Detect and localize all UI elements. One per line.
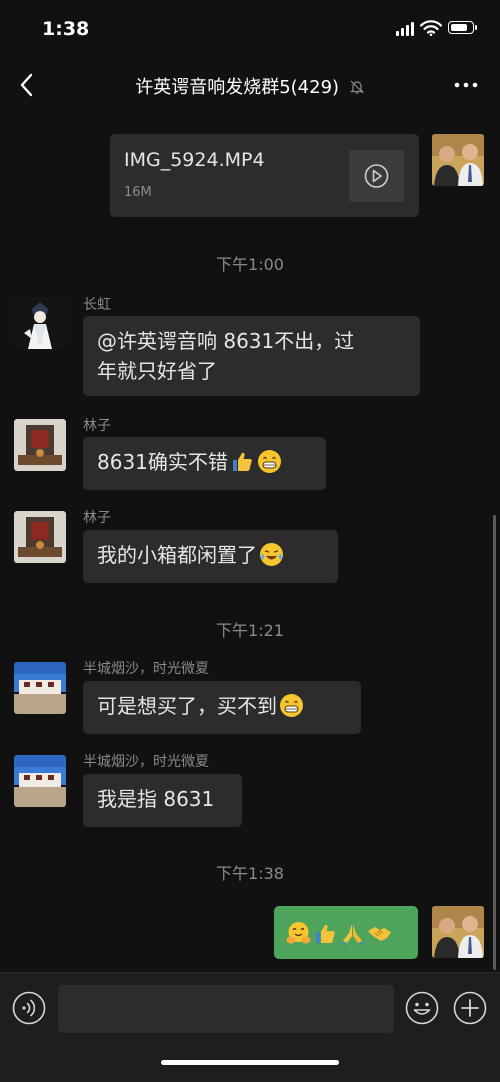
file-size: 16M xyxy=(124,185,152,200)
video-file-message[interactable]: IMG_5924.MP4 16M xyxy=(110,134,419,217)
chat-screen: 1:38 许英谔音响发烧群5(429) IMG_5924.MP4 16M 下午1… xyxy=(0,0,500,1082)
message-text: 年就只好省了 xyxy=(97,359,217,383)
status-time: 1:38 xyxy=(42,18,90,40)
sender-avatar[interactable] xyxy=(14,755,66,807)
thumbs-up-icon xyxy=(313,921,338,946)
timestamp: 下午1:00 xyxy=(216,255,284,274)
crying-laugh-emoji-icon xyxy=(259,542,284,567)
video-thumbnail xyxy=(349,150,404,202)
scrollbar[interactable] xyxy=(493,515,496,970)
message-text: @许英谔音响 8631不出，过 xyxy=(97,329,355,353)
more-functions-button[interactable] xyxy=(453,991,487,1025)
folded-hands-emoji-icon xyxy=(340,921,365,946)
message-text: 我是指 8631 xyxy=(97,787,215,811)
message-text: 我的小箱都闲置了 xyxy=(97,543,257,567)
sender-name: 半城烟沙，时光微夏 xyxy=(83,661,209,677)
chat-title: 许英谔音响发烧群5(429) xyxy=(100,73,400,99)
wifi-icon xyxy=(420,20,442,36)
self-avatar[interactable] xyxy=(432,906,484,958)
more-options-button[interactable] xyxy=(448,72,484,98)
play-icon xyxy=(364,164,389,188)
hugging-face-emoji-icon xyxy=(286,921,311,946)
outgoing-message-bubble[interactable] xyxy=(274,906,418,959)
message-text: 可是想买了，买不到 xyxy=(97,694,277,718)
sender-name: 长虹 xyxy=(83,297,111,313)
back-button[interactable] xyxy=(12,68,42,102)
sender-name: 林子 xyxy=(83,510,111,526)
sender-avatar[interactable] xyxy=(14,297,66,349)
thumbs-up-icon xyxy=(230,449,255,474)
home-indicator[interactable] xyxy=(161,1060,339,1065)
sender-name: 半城烟沙，时光微夏 xyxy=(83,754,209,770)
message-input[interactable] xyxy=(58,985,394,1033)
sender-avatar[interactable] xyxy=(14,419,66,471)
mute-bell-icon xyxy=(349,80,364,94)
message-bubble[interactable]: @许英谔音响 8631不出，过 年就只好省了 xyxy=(83,316,420,396)
timestamp: 下午1:38 xyxy=(216,864,284,883)
sender-name: 林子 xyxy=(83,418,111,434)
voice-input-button[interactable] xyxy=(12,991,46,1025)
input-bar xyxy=(0,972,500,1082)
cellular-signal-icon xyxy=(396,22,414,36)
sender-avatar[interactable] xyxy=(14,511,66,563)
grin-emoji-icon xyxy=(279,693,304,718)
message-bubble[interactable]: 我的小箱都闲置了 xyxy=(83,530,338,583)
message-bubble[interactable]: 8631确实不错 xyxy=(83,437,326,490)
grin-emoji-icon xyxy=(257,449,282,474)
message-bubble[interactable]: 我是指 8631 xyxy=(83,774,242,827)
chat-title-text: 许英谔音响发烧群5(429) xyxy=(135,77,340,98)
emoji-button[interactable] xyxy=(405,991,439,1025)
message-text: 8631确实不错 xyxy=(97,450,228,474)
handshake-emoji-icon xyxy=(367,921,392,946)
self-avatar[interactable] xyxy=(432,134,484,186)
status-bar: 1:38 xyxy=(0,0,500,56)
nav-bar: 许英谔音响发烧群5(429) xyxy=(0,56,500,114)
sender-avatar[interactable] xyxy=(14,662,66,714)
battery-icon xyxy=(448,21,477,34)
file-name: IMG_5924.MP4 xyxy=(124,149,265,171)
message-bubble[interactable]: 可是想买了，买不到 xyxy=(83,681,361,734)
timestamp: 下午1:21 xyxy=(216,621,284,640)
